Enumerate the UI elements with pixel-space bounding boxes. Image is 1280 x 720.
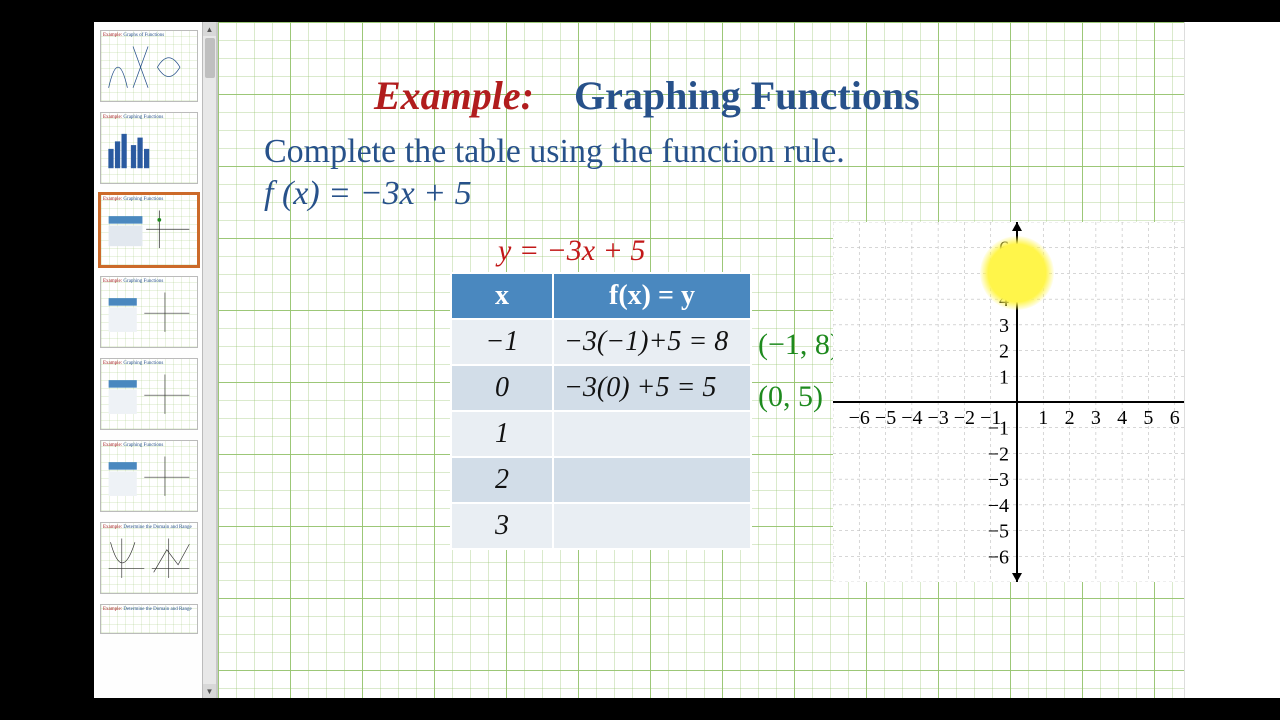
svg-text:−4: −4	[901, 407, 922, 429]
coordinate-graph: −6−5−4−3−2−11234567−6−5−4−3−2−1123456	[833, 222, 1184, 582]
scrollbar-thumb[interactable]	[205, 38, 215, 78]
cell-y: −3(0) +5 = 5	[553, 365, 751, 411]
slide-thumbnail[interactable]: Example: Graphing Functions	[100, 276, 198, 348]
svg-text:2: 2	[1065, 407, 1075, 429]
slide-thumbnail[interactable]: Example: Determine the Domain and Range	[100, 604, 198, 634]
cell-y: −3(−1)+5 = 8	[553, 319, 751, 365]
svg-text:1: 1	[1038, 407, 1048, 429]
cell-x: 3	[451, 503, 553, 549]
table-row: 3	[451, 503, 751, 549]
svg-text:−3: −3	[988, 469, 1009, 491]
cell-y	[553, 457, 751, 503]
cell-y	[553, 503, 751, 549]
svg-text:−1: −1	[988, 418, 1009, 440]
cell-x: −1	[451, 319, 553, 365]
handwritten-equation: y = −3x + 5	[498, 234, 645, 268]
cell-x: 0	[451, 365, 553, 411]
cursor-highlight-icon	[980, 236, 1054, 310]
svg-text:−2: −2	[988, 443, 1009, 465]
value-table: x f(x) = y −1 −3(−1)+5 = 8 0 −3(0) +5 = …	[450, 272, 752, 550]
slide-view: Example: Graphing Functions Complete the…	[218, 22, 1184, 698]
ordered-pair-1: (−1, 8)	[758, 328, 840, 362]
slide-content: Example: Graphing Functions Complete the…	[218, 22, 1184, 698]
slide-thumbnail-current[interactable]: Example: Graphing Functions	[100, 194, 198, 266]
col-header-x: x	[451, 273, 553, 319]
thumbnail-scrollbar[interactable]: ▲ ▼	[202, 22, 216, 698]
table-row: −1 −3(−1)+5 = 8	[451, 319, 751, 365]
slide-thumbnail[interactable]: Example: Graphing Functions	[100, 440, 198, 512]
slide-title: Example: Graphing Functions	[374, 72, 1144, 119]
table-row: 2	[451, 457, 751, 503]
svg-text:2: 2	[999, 341, 1009, 363]
slide-thumbnail[interactable]: Example: Graphing Functions	[100, 112, 198, 184]
svg-text:−6: −6	[988, 546, 1009, 568]
function-rule: f (x) = −3x + 5	[264, 175, 1144, 213]
svg-text:−3: −3	[928, 407, 949, 429]
prompt-text: Complete the table using the function ru…	[264, 133, 1144, 171]
cell-x: 2	[451, 457, 553, 503]
table-row: 1	[451, 411, 751, 457]
slide-thumbnail[interactable]: Example: Determine the Domain and Range	[100, 522, 198, 594]
svg-text:−2: −2	[954, 407, 975, 429]
svg-text:−6: −6	[849, 407, 870, 429]
svg-text:−5: −5	[875, 407, 896, 429]
scroll-down-icon[interactable]: ▼	[203, 684, 216, 698]
svg-text:−5: −5	[988, 521, 1009, 543]
ordered-pair-2: (0, 5)	[758, 380, 823, 414]
title-heading: Graphing Functions	[574, 73, 920, 118]
svg-text:1: 1	[999, 366, 1009, 388]
table-row: 0 −3(0) +5 = 5	[451, 365, 751, 411]
svg-text:−4: −4	[988, 495, 1009, 517]
svg-text:6: 6	[1170, 407, 1180, 429]
cell-y	[553, 411, 751, 457]
svg-text:3: 3	[999, 315, 1009, 337]
svg-text:3: 3	[1091, 407, 1101, 429]
svg-text:5: 5	[1143, 407, 1153, 429]
svg-text:4: 4	[1117, 407, 1127, 429]
presentation-app: Example: Graphs of Functions Example: Gr…	[94, 22, 1184, 698]
right-margin	[1184, 22, 1280, 698]
thumbnail-panel: Example: Graphs of Functions Example: Gr…	[94, 22, 218, 698]
cell-x: 1	[451, 411, 553, 457]
col-header-y: f(x) = y	[553, 273, 751, 319]
slide-thumbnail[interactable]: Example: Graphing Functions	[100, 358, 198, 430]
scroll-up-icon[interactable]: ▲	[203, 22, 216, 36]
slide-thumbnail[interactable]: Example: Graphs of Functions	[100, 30, 198, 102]
title-example-label: Example:	[374, 73, 534, 118]
